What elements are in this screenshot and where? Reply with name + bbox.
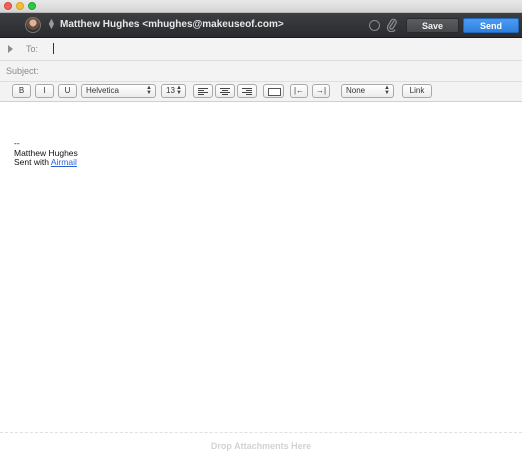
subject-row[interactable]: Subject: [0,61,522,82]
font-family-value: Helvetica [86,86,119,95]
align-left-button[interactable] [193,84,213,98]
attachment-drop-zone[interactable]: Drop Attachments Here [0,432,522,461]
font-size-value: 13 [166,86,175,95]
quote-box-icon [268,88,281,96]
to-label: To: [26,44,39,54]
drop-attachments-label: Drop Attachments Here [210,441,312,451]
link-button[interactable]: Link [402,84,432,98]
sent-with-text: Sent with [14,157,49,167]
list-style-select[interactable]: None ▲ ▼ [341,84,394,98]
disclosure-triangle-icon[interactable] [8,45,13,53]
from-account[interactable]: Matthew Hughes <mhughes@makeuseof.com> [60,19,284,30]
font-family-select[interactable]: Helvetica ▲ ▼ [81,84,156,98]
account-bar: ▲ ▼ Matthew Hughes <mhughes@makeuseof.com… [0,13,522,38]
bold-button[interactable]: B [12,84,31,98]
save-button[interactable]: Save [406,18,459,33]
format-toolbar: B I U Helvetica ▲ ▼ 13 ▲ ▼ |← →| None ▲ ▼ L… [0,82,522,102]
send-button[interactable]: Send [463,18,519,33]
to-row: To: [0,38,522,61]
window-titlebar [0,0,522,13]
signature-line: Sent with Airmail [14,157,78,168]
paperclip-icon[interactable] [386,18,398,32]
account-switch-icon[interactable]: ▲ ▼ [47,17,56,31]
align-left-icon [198,88,208,95]
align-right-icon [242,88,252,95]
select-arrows-icon: ▲ ▼ [384,85,390,96]
block-quote-button[interactable] [263,84,284,98]
list-style-value: None [346,86,366,95]
outdent-button[interactable]: |← [290,84,308,98]
message-body[interactable]: -- Matthew Hughes Sent with Airmail [14,138,78,168]
align-center-button[interactable] [215,84,235,98]
indent-button[interactable]: →| [312,84,330,98]
underline-button[interactable]: U [58,84,77,98]
align-right-button[interactable] [237,84,257,98]
align-center-icon [220,88,230,95]
close-window-button[interactable] [4,2,12,10]
select-arrows-icon: ▲ ▼ [176,85,182,96]
subject-label: Subject: [6,66,39,76]
font-size-select[interactable]: 13 ▲ ▼ [161,84,186,98]
avatar[interactable] [25,17,41,33]
airmail-link[interactable]: Airmail [51,157,77,167]
zoom-window-button[interactable] [28,2,36,10]
circle-icon[interactable] [369,20,380,31]
italic-button[interactable]: I [35,84,54,98]
to-field[interactable] [53,43,54,54]
select-arrows-icon: ▲ ▼ [146,85,152,96]
minimize-window-button[interactable] [16,2,24,10]
